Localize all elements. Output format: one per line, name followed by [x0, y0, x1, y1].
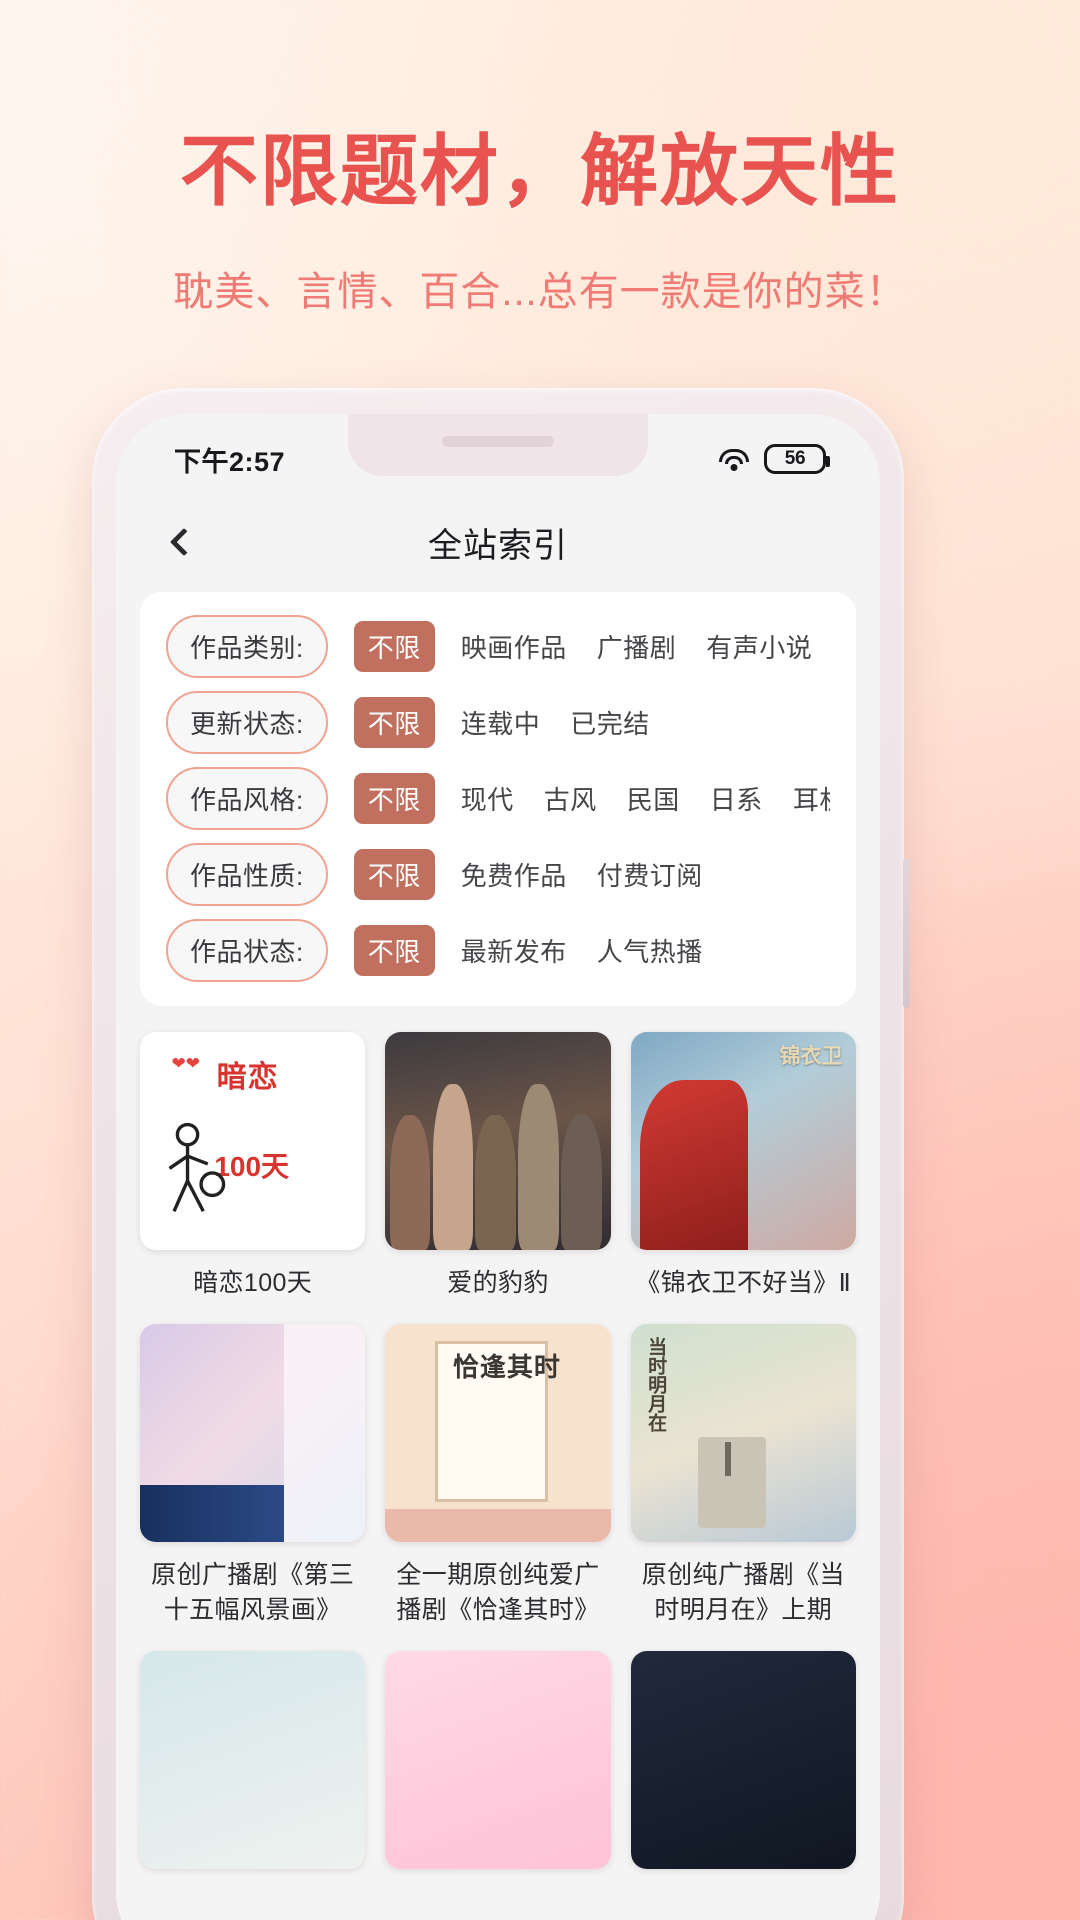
filter-row: 作品状态: 不限 最新发布 人气热播: [140, 912, 856, 988]
chevron-left-icon: [169, 527, 199, 557]
filter-chip[interactable]: 不限: [353, 772, 435, 824]
thumb-stone: [698, 1436, 766, 1529]
filter-chip[interactable]: 耳机: [793, 780, 830, 817]
thumb-title-band: [140, 1484, 285, 1542]
thumb-main-text: 锦衣卫: [779, 1045, 843, 1069]
filter-chip[interactable]: 映画作品: [461, 628, 567, 665]
heart-icon: ❤❤: [171, 1053, 201, 1073]
filter-options: 不限 连载中 已完结: [353, 696, 680, 748]
thumb-text-panel: [284, 1323, 366, 1542]
filter-chip[interactable]: 广播剧: [597, 628, 677, 665]
filter-chip[interactable]: 免费作品: [461, 856, 567, 893]
filter-panel: 作品类别: 不限 映画作品 广播剧 有声小说 更新状态: 不限 连载中 已完结 作品风格: 不限 现代…: [140, 592, 856, 1006]
battery-icon: 56: [764, 444, 830, 474]
work-card[interactable]: 恰逢其时全一期原创纯爱广播剧《恰逢其时》: [385, 1323, 611, 1629]
filter-chip[interactable]: 人气热播: [597, 932, 703, 969]
filter-chip[interactable]: 连载中: [461, 704, 541, 741]
filter-chip[interactable]: 日系: [710, 780, 763, 817]
filter-chip[interactable]: 不限: [353, 620, 435, 672]
promo-header: 不限题材，解放天性 耽美、言情、百合...总有一款是你的菜！: [0, 127, 1080, 317]
filter-chip[interactable]: 有声小说: [706, 628, 812, 665]
nav-bar: 全站索引: [116, 496, 880, 588]
filter-row: 作品性质: 不限 免费作品 付费订阅: [140, 836, 856, 912]
filter-label[interactable]: 更新状态:: [166, 690, 328, 754]
work-card[interactable]: 原创广播剧《第三十五幅风景画》: [140, 1323, 366, 1629]
work-thumbnail[interactable]: [140, 1650, 366, 1869]
work-thumbnail[interactable]: 锦衣卫: [630, 1032, 856, 1250]
back-button[interactable]: [156, 514, 212, 570]
wifi-icon: [718, 447, 750, 471]
filter-options: 不限 最新发布 人气热播: [353, 924, 733, 976]
status-bar: 下午2:57 56: [116, 414, 880, 496]
filter-chip[interactable]: 古风: [544, 780, 597, 817]
character-figure: [475, 1114, 516, 1250]
work-card[interactable]: 锦衣卫《锦衣卫不好当》Ⅱ: [630, 1032, 856, 1302]
work-thumbnail[interactable]: [140, 1323, 366, 1542]
work-title: 原创纯广播剧《当时明月在》上期: [641, 1560, 845, 1625]
character-figure: [639, 1079, 748, 1250]
filter-label[interactable]: 作品性质:: [166, 842, 328, 906]
thumb-title-band: [385, 1508, 611, 1542]
page-title: 全站索引: [428, 526, 568, 565]
filter-options: 不限 映画作品 广播剧 有声小说: [353, 620, 830, 672]
filter-chip[interactable]: 民国: [627, 780, 680, 817]
thumb-credits: [275, 1049, 352, 1228]
work-thumbnail[interactable]: 恰逢其时: [385, 1323, 611, 1542]
work-thumbnail[interactable]: ❤❤ 暗恋 100天: [140, 1032, 366, 1250]
work-thumbnail[interactable]: [630, 1650, 856, 1869]
character-figure: [518, 1084, 559, 1250]
battery-level: 56: [784, 448, 806, 469]
work-card[interactable]: 爱的豹豹: [385, 1032, 611, 1302]
thumb-main-text: 恰逢其时: [452, 1352, 561, 1383]
filter-options: 不限现代古风民国日系耳机日抓: [353, 772, 830, 824]
work-title: 爱的豹豹: [447, 1269, 549, 1297]
thumb-main-text: 暗恋: [216, 1060, 279, 1094]
filter-row: 更新状态: 不限 连载中 已完结: [140, 684, 856, 760]
status-indicators: 56: [718, 444, 830, 474]
work-thumbnail[interactable]: 当时明月在: [630, 1323, 856, 1542]
work-card[interactable]: [385, 1650, 611, 1869]
filter-options: 不限 免费作品 付费订阅: [353, 848, 733, 900]
work-card[interactable]: [630, 1650, 856, 1869]
work-card[interactable]: [140, 1650, 366, 1869]
work-title: 暗恋100天: [193, 1269, 313, 1297]
filter-chip[interactable]: 现代: [461, 780, 514, 817]
phone-screen: 下午2:57 56 全站索引 作品类别: 不限 映画作品 广播剧 有声小说 更新状态: 不限…: [116, 414, 880, 1920]
filter-chip[interactable]: 最新发布: [461, 932, 567, 969]
thumb-cross: [725, 1442, 732, 1477]
filter-row: 作品类别: 不限 映画作品 广播剧 有声小说: [140, 608, 856, 684]
filter-chip[interactable]: 已完结: [570, 704, 650, 741]
filter-chip[interactable]: 不限: [353, 848, 435, 900]
promo-subtitle: 耽美、言情、百合...总有一款是你的菜！: [173, 270, 907, 315]
promo-title: 不限题材，解放天性: [179, 127, 900, 215]
work-thumbnail[interactable]: [385, 1650, 611, 1869]
character-figure: [561, 1114, 602, 1250]
filter-label[interactable]: 作品类别:: [166, 614, 328, 678]
filter-row: 作品风格: 不限现代古风民国日系耳机日抓: [140, 760, 856, 836]
character-figure: [432, 1084, 474, 1250]
filter-chip[interactable]: 不限: [353, 696, 435, 748]
filter-chip[interactable]: 付费订阅: [597, 856, 703, 893]
filter-chip[interactable]: 不限: [353, 924, 435, 976]
work-card[interactable]: ❤❤ 暗恋 100天 暗恋100天: [140, 1032, 366, 1302]
work-title: 《锦衣卫不好当》Ⅱ: [635, 1269, 852, 1297]
filter-label[interactable]: 作品状态:: [166, 918, 328, 982]
work-title: 全一期原创纯爱广播剧《恰逢其时》: [396, 1560, 600, 1625]
works-grid: ❤❤ 暗恋 100天 暗恋100天 爱的豹豹 锦衣卫 《锦衣卫不好当》Ⅱ 原创广播剧《第三十五…: [140, 1032, 856, 1899]
filter-label[interactable]: 作品风格:: [166, 766, 328, 830]
stick-figure-illustration: [168, 1122, 226, 1212]
thumb-main-text: 当时明月在: [645, 1336, 667, 1432]
status-time: 下午2:57: [174, 446, 286, 477]
phone-mockup: 下午2:57 56 全站索引 作品类别: 不限 映画作品 广播剧 有声小说 更新状态: 不限…: [92, 388, 910, 1920]
work-thumbnail[interactable]: [385, 1032, 611, 1250]
work-title: 原创广播剧《第三十五幅风景画》: [151, 1560, 355, 1625]
work-card[interactable]: 当时明月在原创纯广播剧《当时明月在》上期: [630, 1323, 856, 1629]
character-figure: [389, 1114, 431, 1250]
content-scroll[interactable]: 作品类别: 不限 映画作品 广播剧 有声小说 更新状态: 不限 连载中 已完结 作品风格: 不限 现代…: [116, 588, 880, 1920]
